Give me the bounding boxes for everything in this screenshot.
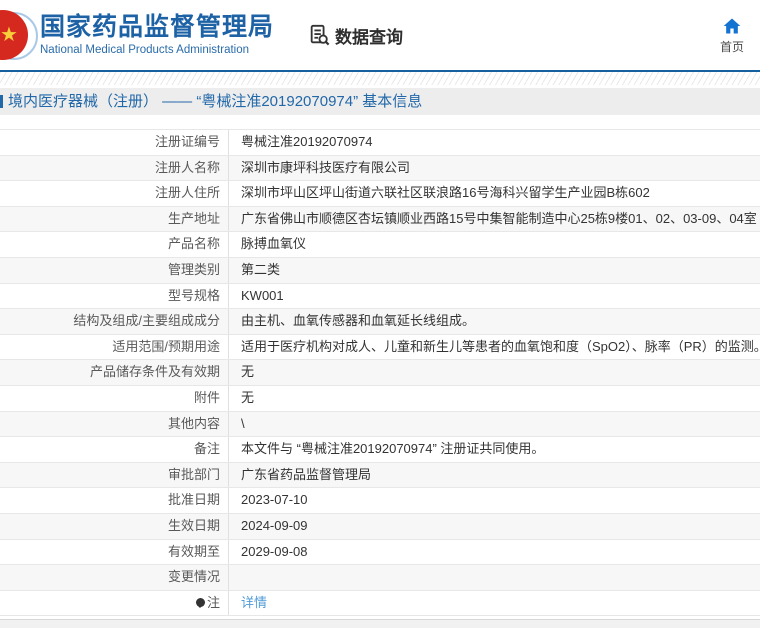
row-label: 生效日期 — [0, 513, 229, 539]
org-name-cn: 国家药品监督管理局 — [40, 12, 275, 41]
org-name-en: National Medical Products Administration — [40, 44, 250, 57]
row-label: 注册人名称 — [0, 155, 229, 181]
row-value: 无 — [241, 364, 255, 380]
document-magnifier-icon — [308, 24, 330, 46]
row-value: 详情 — [229, 591, 760, 616]
table-row: 结构及组成/主要组成成分 由主机、血氧传感器和血氧延长线组成。 — [0, 309, 760, 335]
row-label: 适用范围/预期用途 — [0, 334, 229, 360]
page: ★ 国家药品监督管理局 National Medical Products Ad… — [0, 0, 760, 628]
row-value: \ — [241, 415, 245, 431]
row-label: 备注 — [0, 437, 229, 462]
table-row: 注详情 — [0, 590, 760, 617]
table-row: 型号规格 KW001 — [0, 283, 760, 310]
page-title: 境内医疗器械（注册） —— “粤械注准20192070974” 基本信息 — [8, 93, 423, 110]
row-value: 本文件与 “粤械注准20192070974” 注册证共同使用。 — [241, 441, 545, 457]
clipped-text-fragment — [0, 95, 3, 108]
row-value: 脉搏血氧仪 — [241, 236, 307, 252]
row-value: 深圳市坪山区坪山街道六联社区联浪路16号海科兴留学生产业园B栋602 — [241, 185, 650, 201]
row-label: 产品储存条件及有效期 — [0, 360, 229, 385]
row-value — [229, 565, 760, 590]
national-emblem-icon: ★ — [0, 6, 38, 64]
table-row: 适用范围/预期用途 适用于医疗机构对成人、儿童和新生儿等患者的血氧饱和度（SpO2… — [0, 334, 760, 361]
org-titles: 国家药品监督管理局 National Medical Products Admi… — [40, 12, 275, 57]
row-label: 型号规格 — [0, 283, 229, 309]
table-row: 注册人名称 深圳市康坪科技医疗有限公司 — [0, 155, 760, 182]
table-row: 产品名称 脉搏血氧仪 — [0, 232, 760, 258]
row-label: 注册证编号 — [0, 130, 229, 155]
table-row: 有效期至 2029-09-08 — [0, 539, 760, 566]
row-value: 第二类 — [241, 261, 281, 277]
data-query-nav[interactable]: 数据查询 — [308, 23, 403, 48]
table-row: 其他内容 \ — [0, 411, 760, 438]
row-value: 深圳市康坪科技医疗有限公司 — [241, 159, 411, 175]
home-label: 首页 — [719, 40, 744, 54]
row-value: 2023-07-10 — [241, 492, 308, 508]
row-label: 有效期至 — [0, 539, 229, 565]
row-value: 无 — [241, 389, 255, 405]
row-label: 附件 — [0, 385, 229, 411]
emblem-star-icon: ★ — [0, 24, 18, 46]
row-label: 结构及组成/主要组成成分 — [0, 309, 229, 334]
table-row: 备注 本文件与 “粤械注准20192070974” 注册证共同使用。 — [0, 437, 760, 463]
home-nav[interactable]: 首页 — [710, 16, 754, 55]
row-value: 2029-09-08 — [241, 543, 308, 559]
data-query-label: 数据查询 — [335, 27, 404, 47]
striped-band — [0, 72, 760, 85]
site-header: ★ 国家药品监督管理局 National Medical Products Ad… — [0, 0, 760, 70]
table-row: 审批部门 广东省药品监督管理局 — [0, 462, 760, 489]
table-row: 批准日期 2023-07-10 — [0, 488, 760, 514]
row-label: 生产地址 — [0, 206, 229, 232]
footer-band — [0, 619, 760, 628]
row-label: 变更情况 — [0, 565, 229, 590]
detail-table: 注册证编号 粤械注准20192070974 注册人名称 深圳市康坪科技医疗有限公司 注册… — [0, 129, 760, 617]
row-label: 注 — [0, 590, 229, 616]
row-value: 由主机、血氧传感器和血氧延长线组成。 — [241, 313, 476, 329]
row-label: 产品名称 — [0, 232, 229, 257]
details-link[interactable]: 详情 — [241, 595, 267, 610]
table-row: 注册证编号 粤械注准20192070974 — [0, 130, 760, 156]
table-row: 注册人住所 深圳市坪山区坪山街道六联社区联浪路16号海科兴留学生产业园B栋602 — [0, 181, 760, 207]
table-row: 管理类别 第二类 — [0, 257, 760, 284]
row-value: 粤械注准20192070974 — [241, 134, 373, 149]
row-value: 广东省佛山市顺德区杏坛镇顺业西路15号中集智能制造中心25栋9楼01、02、03… — [241, 210, 757, 226]
table-row: 生效日期 2024-09-09 — [0, 513, 760, 540]
row-value: 适用于医疗机构对成人、儿童和新生儿等患者的血氧饱和度（SpO2）、脉率（PR）的… — [241, 338, 760, 354]
row-label: 审批部门 — [0, 462, 229, 488]
note-balloon-icon — [195, 597, 205, 608]
row-label: 批准日期 — [0, 488, 229, 513]
home-icon — [710, 16, 754, 36]
row-value: 2024-09-09 — [241, 517, 308, 533]
table-row: 产品储存条件及有效期无 — [0, 360, 760, 386]
row-label: 注册人住所 — [0, 181, 229, 206]
table-row: 附件无 — [0, 385, 760, 412]
row-value: 广东省药品监督管理局 — [241, 466, 372, 482]
table-row: 变更情况 — [0, 565, 760, 591]
page-title-bar: 境内医疗器械（注册） —— “粤械注准20192070974” 基本信息 — [0, 88, 760, 115]
table-row: 生产地址 广东省佛山市顺德区杏坛镇顺业西路15号中集智能制造中心25栋9楼01、0… — [0, 206, 760, 233]
row-label: 管理类别 — [0, 257, 229, 283]
row-label: 其他内容 — [0, 411, 229, 437]
row-value: KW001 — [241, 287, 284, 303]
